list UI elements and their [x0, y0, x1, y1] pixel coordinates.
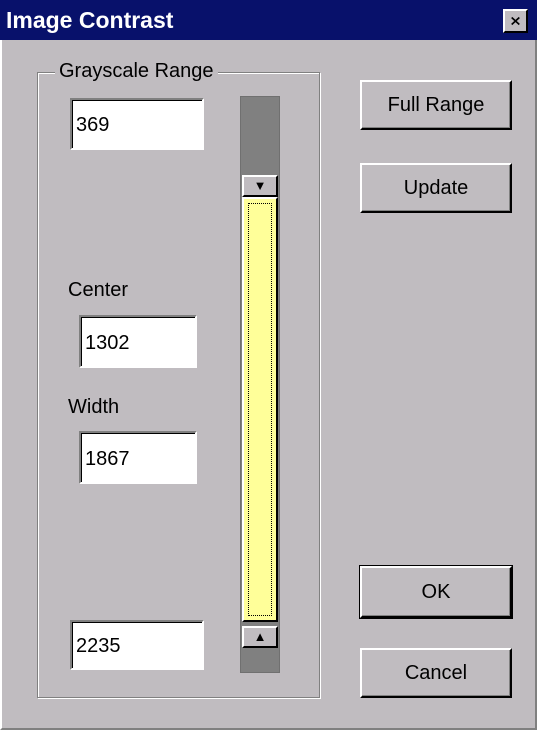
- up-arrow-icon: ▲: [253, 629, 267, 644]
- center-label: Center: [68, 279, 129, 301]
- thumb-focus-rect: [248, 203, 272, 616]
- upper-value-field[interactable]: [72, 100, 202, 148]
- update-button[interactable]: Update: [360, 163, 512, 213]
- lower-value-field[interactable]: [72, 622, 202, 668]
- scroll-down-button[interactable]: ▼: [242, 175, 278, 197]
- down-arrow-icon: ▼: [253, 178, 267, 193]
- full-range-button[interactable]: Full Range: [360, 80, 512, 130]
- width-field-frame: [79, 431, 197, 484]
- upper-value-field-frame: [70, 98, 204, 150]
- title-bar: Image Contrast: [0, 0, 537, 40]
- group-label: Grayscale Range: [55, 58, 218, 84]
- ok-button[interactable]: OK: [359, 565, 513, 619]
- width-field[interactable]: [81, 433, 195, 482]
- close-button[interactable]: [503, 9, 528, 33]
- width-label: Width: [68, 396, 120, 418]
- window-title: Image Contrast: [6, 7, 174, 33]
- range-thumb[interactable]: [242, 197, 278, 622]
- lower-value-field-frame: [70, 620, 204, 670]
- close-icon: [511, 16, 520, 26]
- center-field[interactable]: [81, 317, 195, 366]
- cancel-button[interactable]: Cancel: [360, 648, 512, 698]
- center-field-frame: [79, 315, 197, 368]
- scroll-up-button[interactable]: ▲: [242, 626, 278, 648]
